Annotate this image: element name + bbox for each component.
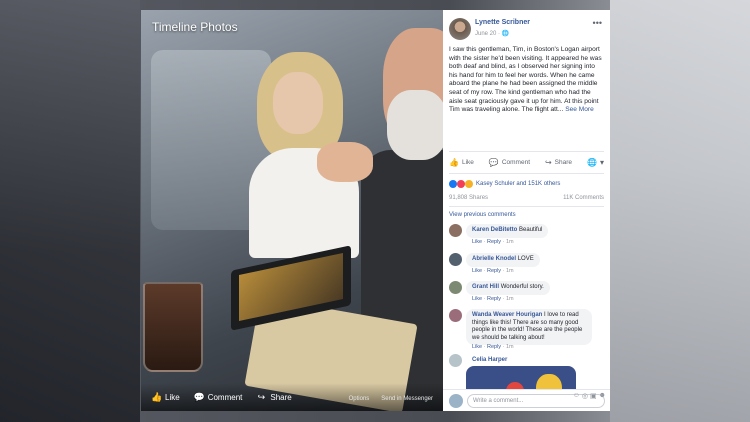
comment-icon: 💬 (193, 392, 205, 402)
reactions-summary[interactable]: Kasey Schuler and 151K others (449, 180, 560, 188)
photo-share-button[interactable]: ↪ Share (256, 392, 292, 402)
see-more-link[interactable]: See More (565, 106, 594, 113)
post-date[interactable]: June 20 · 🌐 (475, 30, 509, 37)
comment-time[interactable]: 1m (506, 296, 514, 302)
photo-comment-button[interactable]: 💬 Comment (194, 392, 243, 402)
comment-text: Wonderful story. (500, 284, 544, 290)
share-icon: ↪ (257, 392, 266, 402)
current-user-avatar (449, 394, 463, 408)
comment-meta: Like · Reply · 1m (472, 296, 514, 302)
author-avatar[interactable] (449, 18, 471, 40)
chevron-down-icon: ▾ (599, 157, 604, 167)
comment-text: Beautiful (519, 227, 543, 233)
divider (449, 151, 604, 152)
comment-reply-link[interactable]: Reply (487, 344, 501, 350)
more-options-icon[interactable]: ••• (593, 18, 602, 28)
emoji-icon[interactable]: ☺ (573, 392, 580, 400)
sticker-icon[interactable]: ☻ (599, 392, 606, 400)
divider (449, 173, 604, 174)
comment-bubble: Grant Hill Wonderful story. (466, 281, 550, 295)
drink-cup (143, 282, 203, 372)
comment-reply-link[interactable]: Reply (487, 296, 501, 302)
signing-hands (317, 142, 373, 182)
comment-button[interactable]: 💬 Comment (489, 158, 530, 167)
post-actions-bar: 👍 Like 💬 Comment ↪ Share 🌐 ▾ (449, 155, 604, 169)
comment-bubble: Wanda Weaver Hourigan I love to read thi… (466, 309, 592, 346)
share-button[interactable]: ↪ Share (545, 158, 572, 167)
gif-icon[interactable]: ▣ (590, 392, 597, 400)
commenter-avatar[interactable] (449, 309, 462, 322)
like-icon: 👍 (151, 392, 163, 402)
globe-icon: 🌐 (586, 157, 597, 167)
comment-like-link[interactable]: Like (472, 344, 482, 350)
commenter-avatar[interactable] (449, 253, 462, 266)
wow-reaction-icon (465, 180, 473, 188)
photo-like-button[interactable]: 👍 Like (151, 392, 180, 402)
commenter-name[interactable]: Karen DeBitetto (472, 227, 517, 233)
comment-bubble: Abrielle Knodel LOVE (466, 253, 540, 267)
comment-text: LOVE (517, 256, 534, 262)
author-name[interactable]: Lynette Scribner (475, 19, 530, 26)
comment-reply-link[interactable]: Reply (487, 239, 501, 245)
commenter-name[interactable]: Grant Hill (472, 284, 499, 290)
photo-options-group: Options Send in Messenger (349, 396, 433, 402)
commenter-name[interactable]: Abrielle Knodel (472, 256, 516, 262)
send-in-messenger-link[interactable]: Send in Messenger (381, 396, 433, 402)
blurred-right-edge (610, 0, 750, 422)
love-reaction-icon (457, 180, 465, 188)
post-text: I saw this gentleman, Tim, in Boston's L… (449, 46, 602, 114)
commenter-avatar[interactable] (449, 354, 462, 367)
divider (449, 206, 604, 207)
globe-icon: 🌐 (501, 31, 510, 37)
like-button[interactable]: 👍 Like (449, 158, 474, 167)
comment-like-link[interactable]: Like (472, 268, 482, 274)
comments-count[interactable]: 11K Comments (563, 195, 604, 201)
post-header: Lynette Scribner June 20 · 🌐 ••• (449, 16, 604, 44)
girl-face (273, 72, 323, 134)
options-link[interactable]: Options (349, 396, 370, 402)
shares-count[interactable]: 91,808 Shares (449, 195, 488, 201)
like-reaction-icon (449, 180, 457, 188)
post-photo[interactable]: Timeline Photos 👍 Like 💬 Comment ↪ Share… (141, 10, 443, 411)
comment-time[interactable]: 1m (506, 239, 514, 245)
engagement-counts: 91,808 Shares 11K Comments (449, 195, 604, 201)
blurred-left-edge (0, 0, 140, 422)
commenter-name[interactable]: Wanda Weaver Hourigan (472, 312, 542, 318)
man-beard (387, 90, 443, 160)
commenter-avatar[interactable] (449, 224, 462, 237)
comment-bubble: Karen DeBitetto Beautiful (466, 224, 549, 238)
comment-reply-link[interactable]: Reply (487, 268, 501, 274)
write-comment-bar: Write a comment... ☺ ◎ ▣ ☻ (443, 389, 610, 411)
comment-like-link[interactable]: Like (472, 296, 482, 302)
comment-icon: 💬 (488, 157, 499, 167)
comment-input-icons: ☺ ◎ ▣ ☻ (573, 392, 606, 400)
commenter-avatar[interactable] (449, 281, 462, 294)
view-previous-comments-link[interactable]: View previous comments (449, 212, 516, 218)
comment-like-link[interactable]: Like (472, 239, 482, 245)
comment-time[interactable]: 1m (506, 344, 514, 350)
camera-icon[interactable]: ◎ (582, 392, 588, 400)
comment-meta: Like · Reply · 1m (472, 344, 514, 350)
comment-meta: Like · Reply · 1m (472, 268, 514, 274)
share-icon: ↪ (544, 157, 552, 167)
audience-selector[interactable]: 🌐 ▾ (587, 158, 604, 167)
comment-time[interactable]: 1m (506, 268, 514, 274)
commenter-name[interactable]: Celia Harper (472, 357, 507, 363)
timeline-photos-label[interactable]: Timeline Photos (152, 20, 238, 34)
post-side-panel: Lynette Scribner June 20 · 🌐 ••• I saw t… (443, 10, 610, 411)
like-icon: 👍 (449, 157, 459, 167)
comment-meta: Like · Reply · 1m (472, 239, 514, 245)
